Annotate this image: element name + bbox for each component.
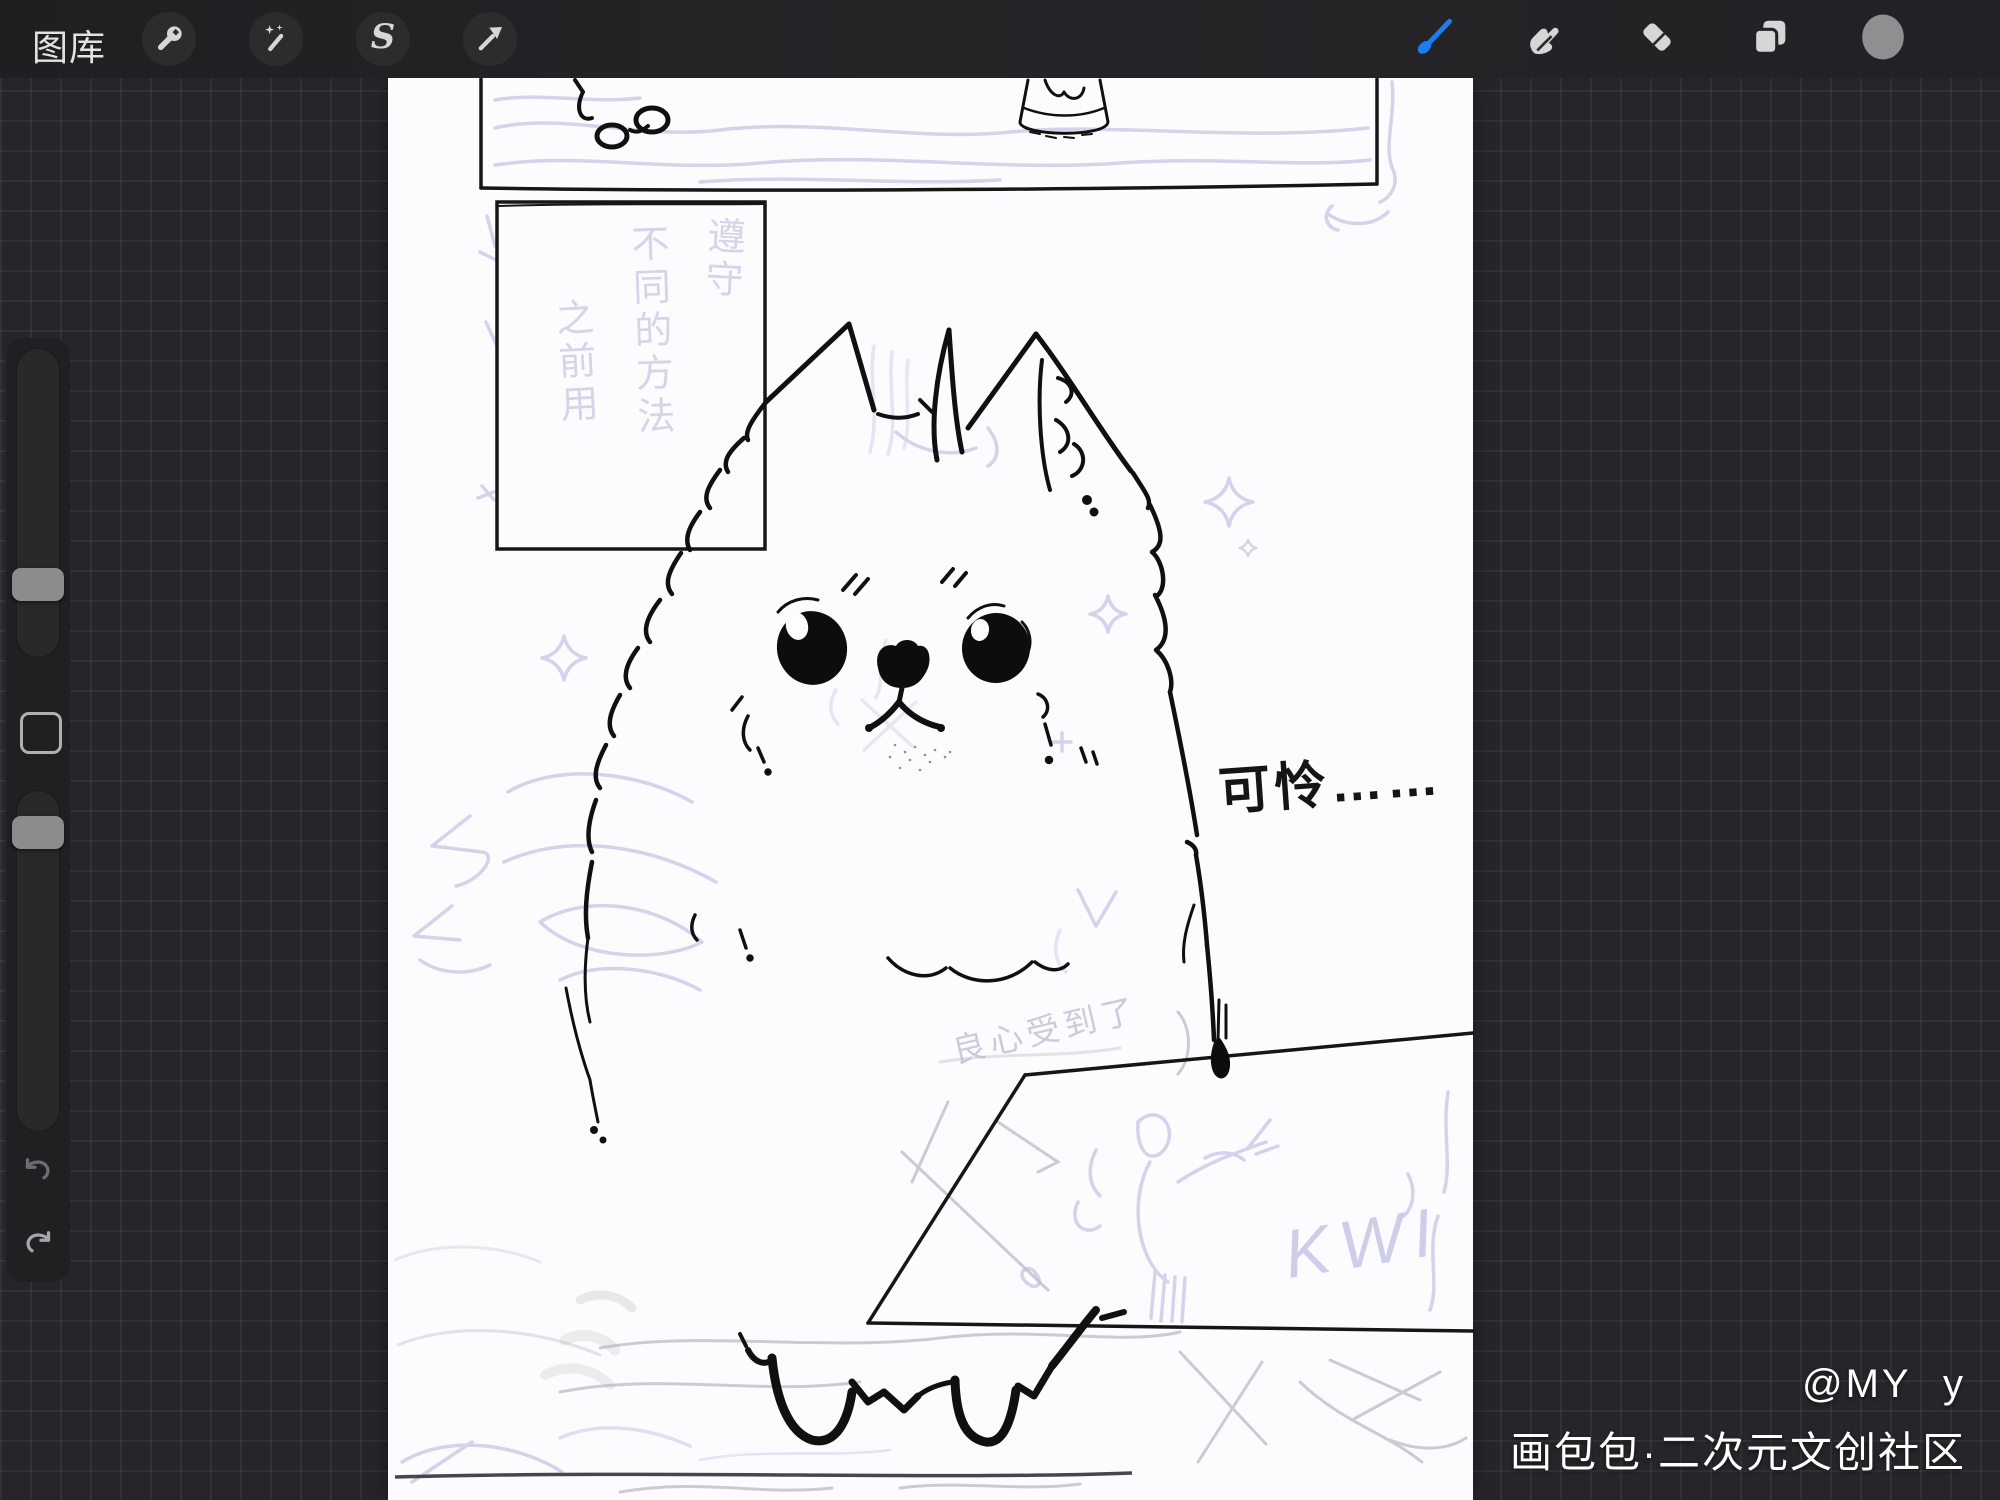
- undo-icon: [20, 1158, 56, 1193]
- gallery-button[interactable]: 图库: [32, 19, 106, 71]
- brush-size-thumb[interactable]: [12, 568, 64, 601]
- smudge-tool-button[interactable]: [1518, 14, 1568, 64]
- redo-button[interactable]: [20, 1226, 56, 1262]
- paintbrush-icon: [1410, 14, 1456, 65]
- paint-tool-button[interactable]: [1408, 14, 1458, 64]
- brush-size-slider[interactable]: [16, 348, 60, 658]
- eraser-icon: [1634, 14, 1680, 65]
- modify-button[interactable]: [20, 712, 62, 754]
- adjustments-button[interactable]: [249, 12, 303, 66]
- actions-button[interactable]: [142, 12, 196, 66]
- color-swatch-button[interactable]: [1858, 14, 1908, 64]
- smudge-finger-icon: [1520, 14, 1566, 65]
- undo-button[interactable]: [20, 1153, 56, 1189]
- transform-button[interactable]: [463, 12, 517, 66]
- opacity-thumb[interactable]: [12, 816, 64, 849]
- selection-button[interactable]: S: [356, 12, 410, 66]
- brush-sidebar: [6, 338, 70, 1282]
- wrench-icon: [152, 22, 186, 56]
- layers-icon: [1747, 14, 1793, 65]
- top-toolbar: 图库 S: [0, 0, 2000, 78]
- erase-tool-button[interactable]: [1632, 14, 1682, 64]
- redo-icon: [20, 1231, 56, 1266]
- drawing-canvas[interactable]: [388, 78, 1473, 1500]
- layers-button[interactable]: [1745, 14, 1795, 64]
- magic-wand-icon: [259, 22, 293, 56]
- selection-s-icon: S: [370, 17, 396, 57]
- current-color-circle: [1858, 12, 1908, 67]
- transform-arrow-icon: [473, 22, 507, 56]
